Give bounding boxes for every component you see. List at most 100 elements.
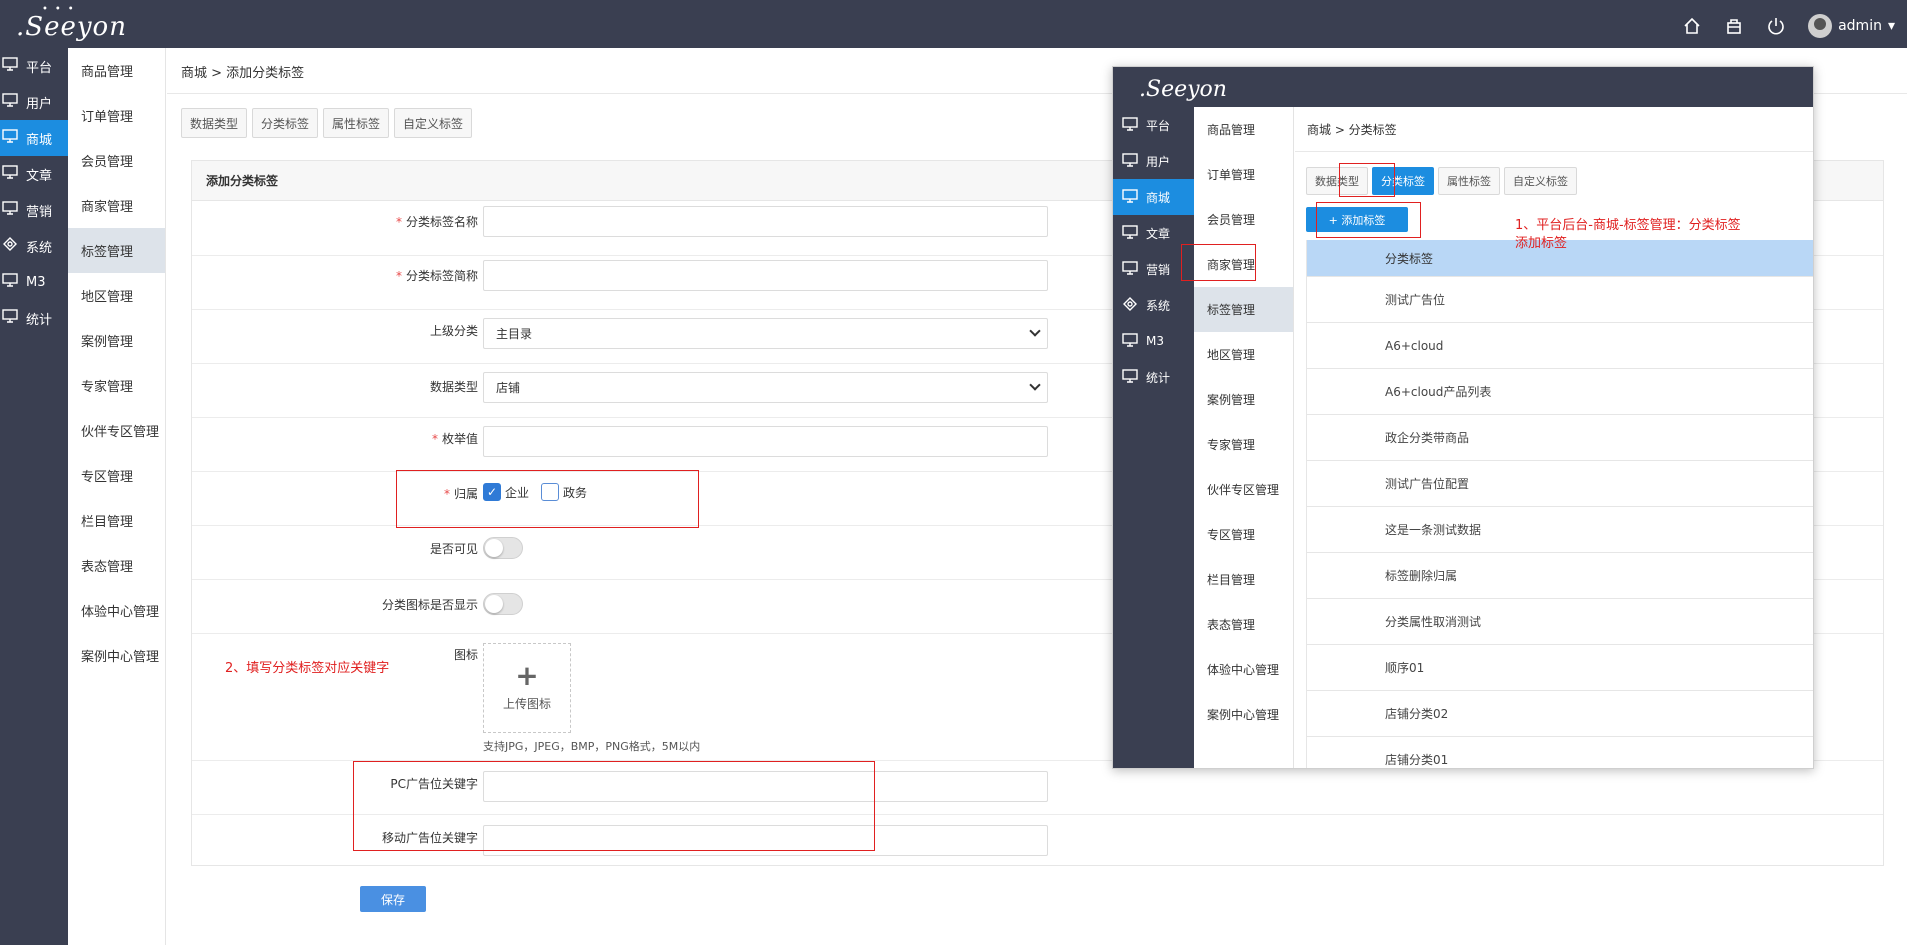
monitor-icon xyxy=(1122,188,1138,206)
nav-item-label: 统计 xyxy=(1146,370,1171,385)
user-menu[interactable]: admin ▾ xyxy=(1808,14,1895,38)
tab-attribute-tags[interactable]: 属性标签 xyxy=(323,108,390,138)
sub-nav-item[interactable]: 栏目管理 xyxy=(1194,557,1293,602)
sub-nav-item[interactable]: 体验中心管理 xyxy=(1194,647,1293,692)
tab-data-type[interactable]: 数据类型 xyxy=(181,108,248,138)
sub-nav-item[interactable]: 地区管理 xyxy=(68,273,165,318)
nav-item[interactable]: M3 xyxy=(1113,323,1194,359)
sub-nav-item[interactable]: 案例中心管理 xyxy=(68,633,165,678)
list-item[interactable]: 顺序01 xyxy=(1306,645,1813,691)
name-input[interactable] xyxy=(483,206,1048,237)
sub-nav-item[interactable]: 会员管理 xyxy=(1194,197,1293,242)
sub-nav-item[interactable]: 体验中心管理 xyxy=(68,588,165,633)
tab-custom-tags[interactable]: 自定义标签 xyxy=(394,108,473,138)
nav-item-label: M3 xyxy=(1146,334,1164,348)
sub-nav-item[interactable]: 订单管理 xyxy=(1194,152,1293,197)
nav-item[interactable]: 平台 xyxy=(1113,107,1194,143)
nav-item[interactable]: 用户 xyxy=(0,84,68,120)
visible-label: 是否可见 xyxy=(429,542,478,556)
nav-item[interactable]: 平台 xyxy=(0,48,68,84)
sub-nav-item[interactable]: 表态管理 xyxy=(68,543,165,588)
list-item[interactable]: 店铺分类01 xyxy=(1306,737,1813,768)
nav-item-label: 文章 xyxy=(26,168,53,184)
list-item[interactable]: A6+cloud xyxy=(1306,323,1813,369)
settings-icon xyxy=(1122,296,1138,314)
monitor-icon xyxy=(1122,224,1138,242)
nav-item[interactable]: 统计 xyxy=(1113,359,1194,395)
list-item[interactable]: A6+cloud产品列表 xyxy=(1306,369,1813,415)
settings-icon xyxy=(2,237,18,255)
upload-icon-button[interactable]: + 上传图标 xyxy=(483,643,571,733)
sub-nav-item[interactable]: 专家管理 xyxy=(68,363,165,408)
sub-nav-item[interactable]: 专区管理 xyxy=(1194,512,1293,557)
nav-item[interactable]: 系统 xyxy=(0,228,68,264)
sub-nav-item[interactable]: 伙伴专区管理 xyxy=(68,408,165,453)
nav-item[interactable]: 商城 xyxy=(0,120,68,156)
list-item[interactable]: 分类属性取消测试 xyxy=(1306,599,1813,645)
list-item[interactable]: 测试广告位 xyxy=(1306,277,1813,323)
nav-item[interactable]: 统计 xyxy=(0,300,68,336)
short-name-input[interactable] xyxy=(483,260,1048,291)
parent-select[interactable]: 主目录 xyxy=(483,318,1048,349)
tab-category-tags[interactable]: 分类标签 xyxy=(252,108,319,138)
list-item[interactable]: 标签删除归属 xyxy=(1306,553,1813,599)
sub-nav-item[interactable]: 表态管理 xyxy=(1194,602,1293,647)
inset-secondary-sidebar: 商品管理 订单管理 会员管理 商家管理 标签管理 地区管理 案例管理 专家管理 伙伴专区管理 专区… xyxy=(1194,107,1294,768)
visible-toggle[interactable] xyxy=(483,537,523,559)
nav-item[interactable]: 文章 xyxy=(0,156,68,192)
chevron-down-icon xyxy=(1029,379,1041,391)
sub-nav-item[interactable]: 商品管理 xyxy=(1194,107,1293,152)
sub-nav-item[interactable]: 会员管理 xyxy=(68,138,165,183)
tab-bar: 数据类型 分类标签 属性标签 自定义标签 xyxy=(181,108,473,138)
tab-attribute-tags[interactable]: 属性标签 xyxy=(1438,167,1500,195)
sub-nav-item[interactable]: 标签管理 xyxy=(68,228,165,273)
nav-item-label: 系统 xyxy=(26,240,53,256)
list-item[interactable]: 店铺分类02 xyxy=(1306,691,1813,737)
monitor-icon xyxy=(2,165,18,183)
monitor-icon xyxy=(2,201,18,219)
enum-input[interactable] xyxy=(483,426,1048,457)
username: admin xyxy=(1838,18,1882,34)
sub-nav-item[interactable]: 商家管理 xyxy=(68,183,165,228)
icon-show-toggle[interactable] xyxy=(483,593,523,615)
sub-nav-item[interactable]: 商品管理 xyxy=(68,48,165,93)
chevron-down-icon xyxy=(1029,325,1041,337)
sub-nav-item[interactable]: 案例中心管理 xyxy=(1194,692,1293,737)
monitor-icon xyxy=(1122,368,1138,386)
power-icon[interactable] xyxy=(1766,16,1786,36)
list-item[interactable]: 测试广告位配置 xyxy=(1306,461,1813,507)
nav-item[interactable]: M3 xyxy=(0,264,68,300)
sub-nav-item[interactable]: 伙伴专区管理 xyxy=(1194,467,1293,512)
nav-item[interactable]: 系统 xyxy=(1113,287,1194,323)
nav-item[interactable]: 商城 xyxy=(1113,179,1194,215)
list-item[interactable]: 这是一条测试数据 xyxy=(1306,507,1813,553)
nav-item-label: 用户 xyxy=(1146,154,1171,169)
nav-item-label: 平台 xyxy=(26,60,53,76)
sub-nav-item[interactable]: 地区管理 xyxy=(1194,332,1293,377)
sub-nav-item[interactable]: 专家管理 xyxy=(1194,422,1293,467)
sub-nav-item[interactable]: 案例管理 xyxy=(1194,377,1293,422)
inset-breadcrumb: 商城 > 分类标签 xyxy=(1307,123,1397,137)
shop-icon[interactable] xyxy=(1724,16,1744,36)
sub-nav-item[interactable]: 栏目管理 xyxy=(68,498,165,543)
tab-custom-tags[interactable]: 自定义标签 xyxy=(1504,167,1577,195)
save-button[interactable]: 保存 xyxy=(360,886,426,912)
monitor-icon xyxy=(1122,332,1138,350)
monitor-icon xyxy=(2,129,18,147)
nav-item[interactable]: 营销 xyxy=(0,192,68,228)
sub-nav-item[interactable]: 专区管理 xyxy=(68,453,165,498)
monitor-icon xyxy=(1122,260,1138,278)
seeyon-logo[interactable]: ••• .Seeyon xyxy=(16,4,127,42)
highlight-keywords xyxy=(353,761,875,851)
monitor-icon xyxy=(2,273,18,291)
list-item[interactable]: 政企分类带商品 xyxy=(1306,415,1813,461)
nav-item-label: 商城 xyxy=(1146,190,1171,205)
enum-label: * 枚举值 xyxy=(431,432,478,446)
datatype-select[interactable]: 店铺 xyxy=(483,372,1048,403)
sub-nav-item[interactable]: 案例管理 xyxy=(68,318,165,363)
sub-nav-item[interactable]: 订单管理 xyxy=(68,93,165,138)
chevron-down-icon: ▾ xyxy=(1887,18,1895,34)
home-icon[interactable] xyxy=(1682,16,1702,36)
sub-nav-item[interactable]: 标签管理 xyxy=(1194,287,1293,332)
nav-item[interactable]: 用户 xyxy=(1113,143,1194,179)
